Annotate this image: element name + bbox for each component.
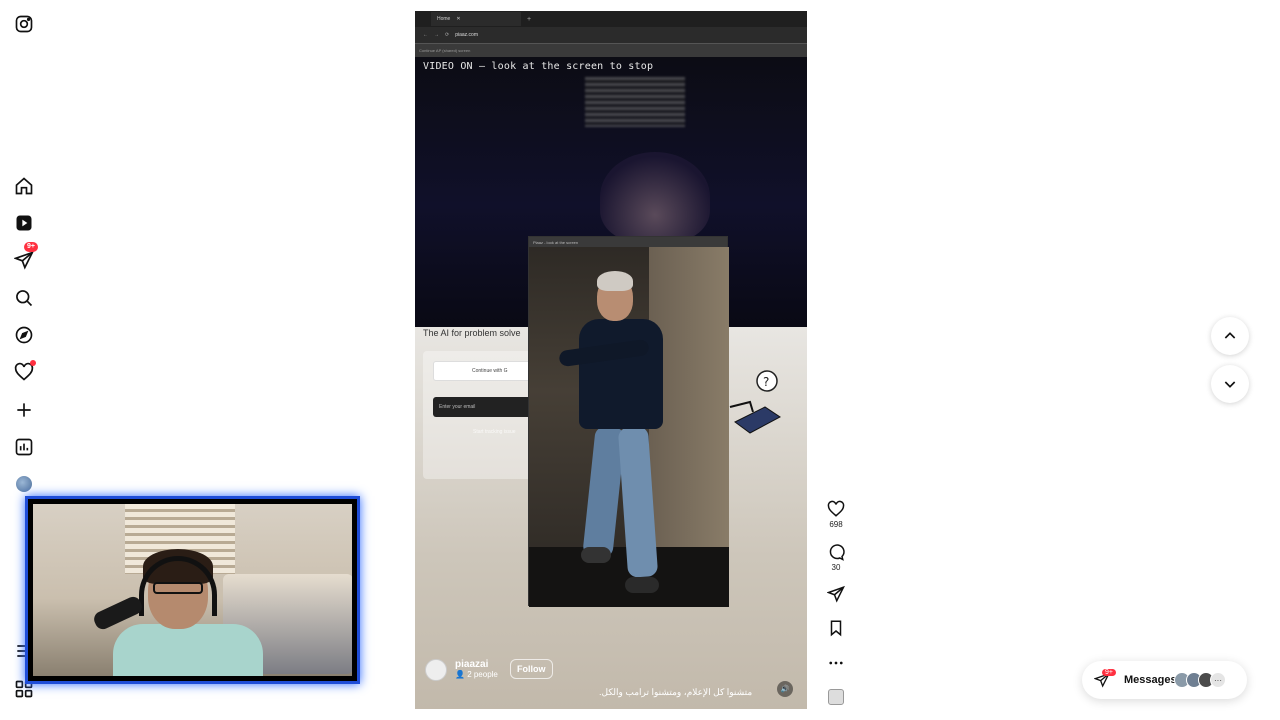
browser-tab: Home ✕ bbox=[431, 12, 521, 26]
author-collab-count-text: 2 people bbox=[467, 670, 498, 679]
browser-url: piaaz.com bbox=[455, 32, 478, 38]
create-plus-icon[interactable] bbox=[14, 400, 34, 420]
webcam-feed bbox=[33, 504, 352, 676]
reels-icon[interactable] bbox=[14, 213, 34, 233]
svg-text:?: ? bbox=[763, 375, 769, 389]
reel-footer: piaazai 👤 2 people Follow متشنوا كل الإع… bbox=[415, 651, 807, 709]
messages-button[interactable]: 9+ Messages ··· bbox=[1082, 661, 1247, 699]
message-avatars: ··· bbox=[1174, 672, 1226, 688]
browser-tab-title: Home bbox=[437, 16, 451, 22]
notifications-badge: 9+ bbox=[24, 242, 38, 252]
streamer-webcam-overlay bbox=[25, 496, 360, 684]
dashboard-chart-icon[interactable] bbox=[14, 437, 34, 457]
explore-compass-icon[interactable] bbox=[14, 325, 34, 345]
chevron-up-icon bbox=[1224, 332, 1236, 339]
comment-button[interactable]: 30 bbox=[822, 543, 850, 572]
webpage-headline: The AI for problem solve bbox=[423, 328, 521, 338]
comment-count: 30 bbox=[831, 563, 841, 572]
comment-icon bbox=[829, 544, 845, 561]
reload-icon: ⟳ bbox=[445, 32, 450, 38]
email-placeholder: Enter your email bbox=[439, 404, 476, 410]
torso-image bbox=[579, 319, 663, 429]
browser-address-bar: ← → ⟳ piaaz.com bbox=[415, 27, 807, 43]
like-button[interactable]: 698 bbox=[822, 500, 850, 529]
share-button[interactable] bbox=[822, 585, 850, 603]
more-dots-icon: ··· bbox=[1210, 672, 1226, 688]
home-icon[interactable] bbox=[14, 176, 34, 196]
notifications-heart-icon[interactable] bbox=[14, 360, 36, 382]
browser-infobar: Continue AP (shared) screen bbox=[415, 43, 807, 57]
new-tab-icon: + bbox=[527, 15, 532, 23]
bookmark-icon bbox=[830, 620, 842, 637]
more-options-button[interactable] bbox=[822, 654, 850, 672]
person-head-image bbox=[600, 152, 710, 242]
forward-arrow-icon: → bbox=[434, 32, 439, 38]
like-count: 698 bbox=[829, 520, 843, 529]
close-icon: ✕ bbox=[456, 16, 461, 22]
messages-label: Messages bbox=[1124, 674, 1177, 686]
google-continue-label: Continue with G bbox=[472, 368, 508, 374]
reel-video[interactable]: Home ✕ + ← → ⟳ piaaz.com Continue AP (sh… bbox=[415, 11, 807, 709]
person-icon: 👤 bbox=[455, 670, 468, 679]
messages-badge: 9+ bbox=[1102, 669, 1116, 676]
notification-dot bbox=[30, 360, 36, 366]
robot-illustration-icon: ? bbox=[729, 370, 781, 434]
hair-image bbox=[597, 271, 633, 291]
save-button[interactable] bbox=[822, 619, 850, 637]
profile-avatar[interactable] bbox=[14, 474, 34, 494]
popup-video-window: Piaaz - look at the screen bbox=[528, 236, 729, 607]
author-username[interactable]: piaazai bbox=[455, 659, 488, 670]
speaker-icon[interactable]: 🔊 bbox=[777, 681, 793, 697]
more-dots-icon bbox=[829, 661, 843, 665]
next-reel-button[interactable] bbox=[1211, 365, 1249, 403]
video-on-caption: VIDEO ON — look at the screen to stop bbox=[423, 61, 654, 72]
direct-messages-icon[interactable]: 9+ bbox=[14, 242, 38, 270]
shoe-left-image bbox=[581, 547, 611, 563]
instagram-logo-icon[interactable] bbox=[14, 14, 34, 34]
browser-tabbar: Home ✕ + bbox=[415, 11, 807, 27]
audio-thumbnail bbox=[828, 689, 844, 705]
popup-titlebar: Piaaz - look at the screen bbox=[529, 237, 727, 247]
start-tracking-text: Start tracking issue bbox=[473, 429, 516, 435]
search-icon[interactable] bbox=[14, 288, 34, 308]
shoe-right-image bbox=[625, 577, 659, 593]
dancing-man-video bbox=[529, 247, 729, 607]
window-blinds-image bbox=[585, 77, 685, 127]
author-avatar[interactable] bbox=[425, 659, 447, 681]
author-collab-count[interactable]: 👤 2 people bbox=[455, 670, 498, 679]
back-arrow-icon: ← bbox=[423, 32, 428, 38]
previous-reel-button[interactable] bbox=[1211, 317, 1249, 355]
reel-caption[interactable]: متشنوا كل الإعلام، ومتشنوا ترامب والكل. bbox=[599, 687, 752, 698]
chevron-down-icon bbox=[1224, 381, 1236, 388]
embedded-browser-chrome: Home ✕ + ← → ⟳ piaaz.com Continue AP (sh… bbox=[415, 11, 807, 57]
share-icon bbox=[827, 585, 845, 603]
heart-icon bbox=[827, 500, 845, 517]
follow-button[interactable]: Follow bbox=[510, 659, 553, 679]
audio-track-button[interactable] bbox=[822, 689, 850, 705]
webcam-shirt-image bbox=[113, 624, 263, 676]
